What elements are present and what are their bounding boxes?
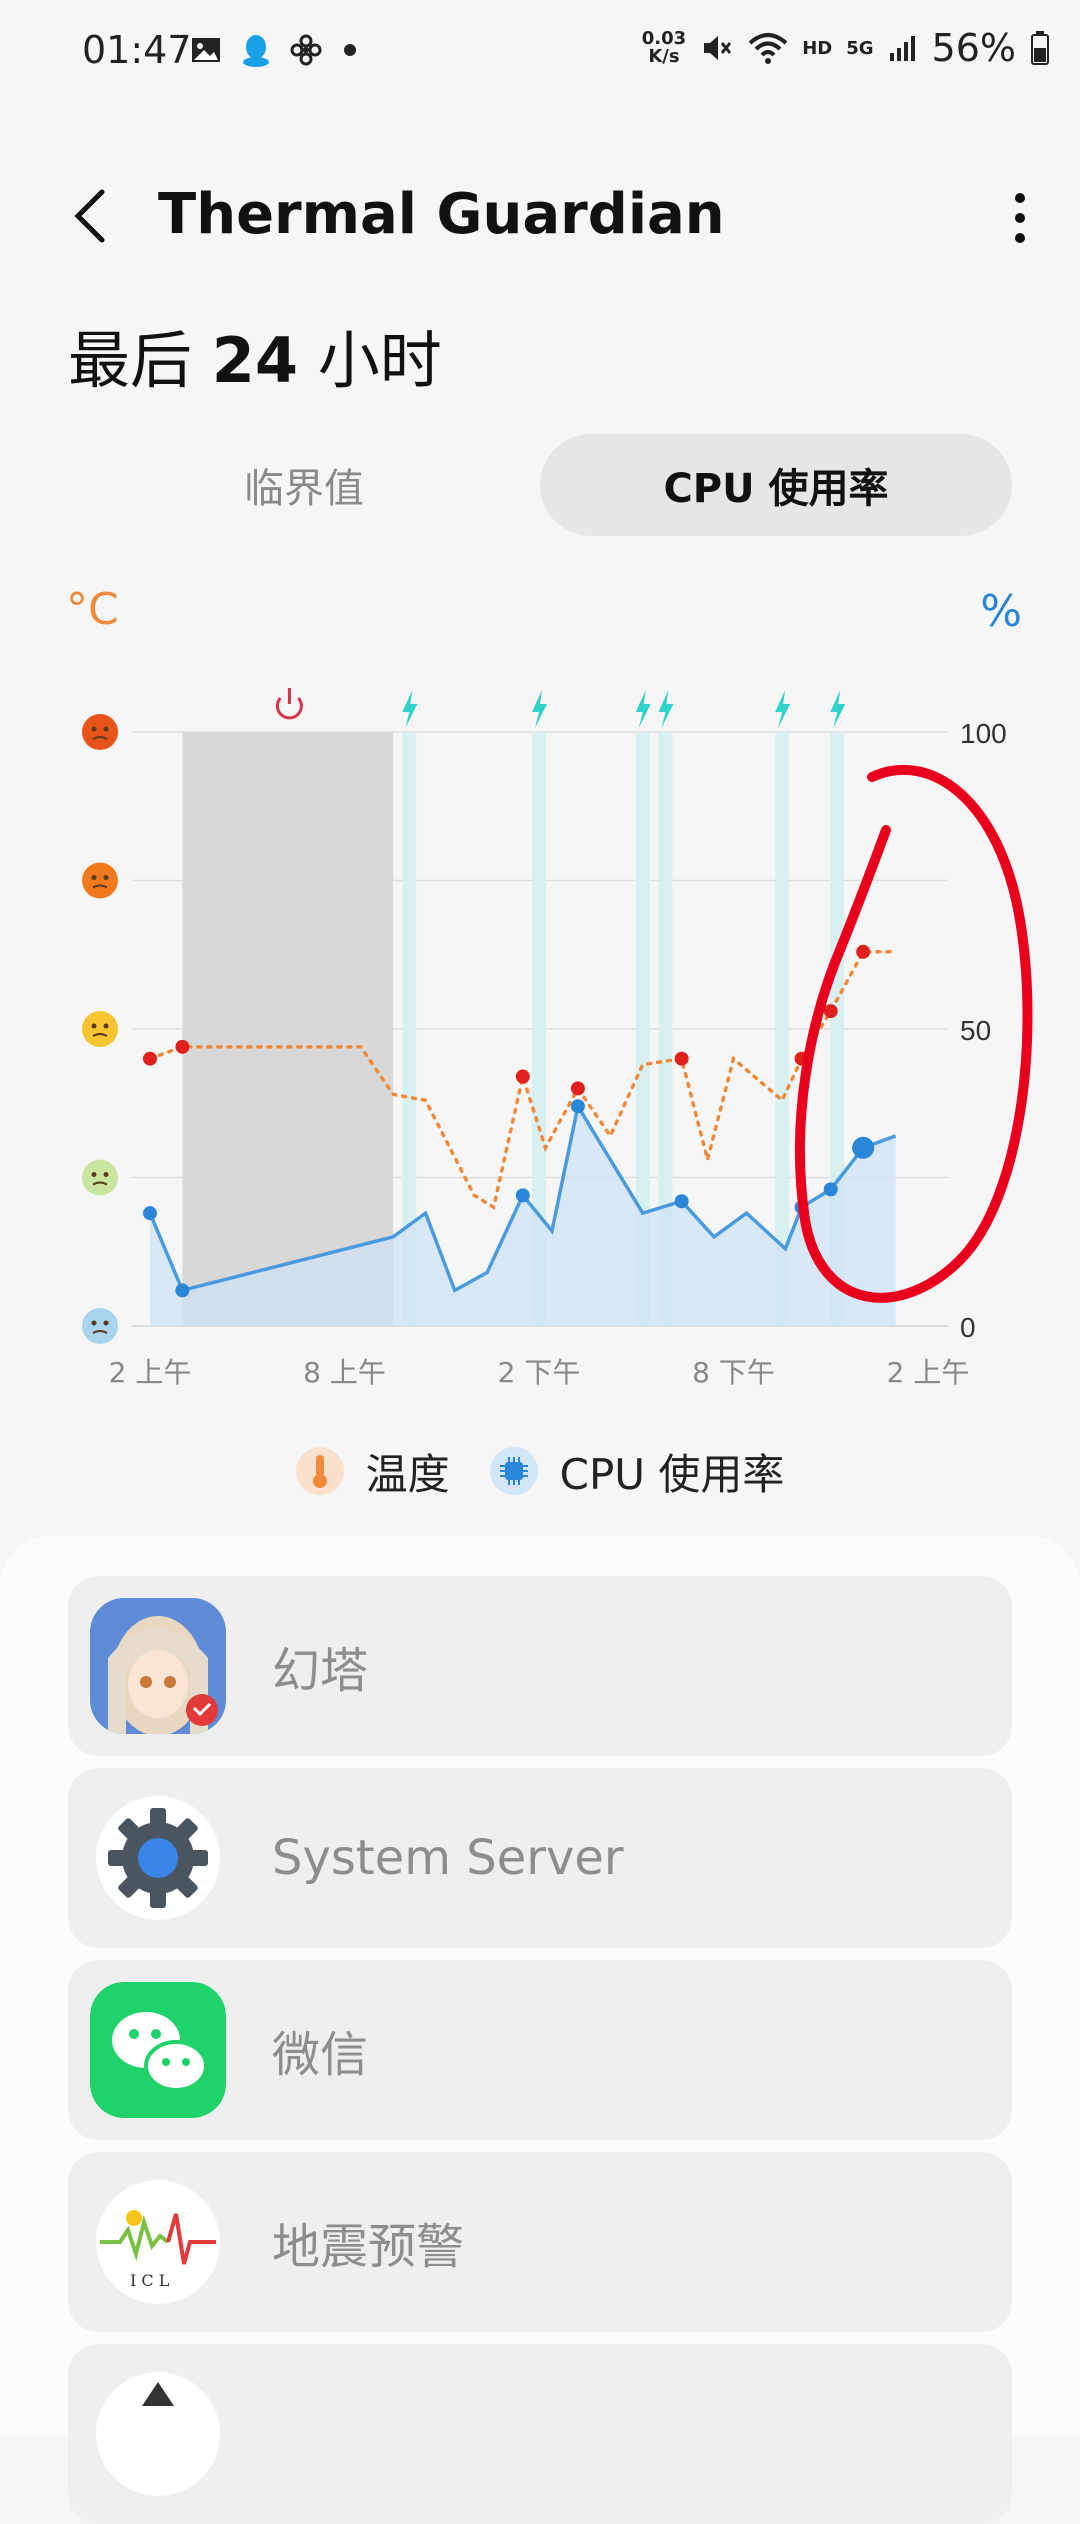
charging-bolt-icon — [402, 690, 418, 728]
x-tick-label: 2 上午 — [887, 1356, 970, 1389]
status-time: 01:47 — [82, 28, 192, 72]
relaxed-face-icon-eye — [103, 1172, 109, 1177]
charging-bolt-icon — [830, 690, 846, 728]
app-name: 幻塔 — [272, 1643, 369, 1699]
mute-icon — [704, 36, 732, 60]
neutral-face-icon — [82, 1011, 118, 1047]
temperature-point — [175, 1039, 190, 1054]
x-tick-label: 8 上午 — [303, 1356, 386, 1389]
time-range-title: 最后 24 小时 — [68, 324, 442, 397]
list-item-earthquake-warning[interactable]: I C L 地震预警 — [68, 2152, 1012, 2332]
temperature-point — [823, 1004, 838, 1019]
more-options-icon[interactable] — [1010, 190, 1030, 246]
cpu-usage-point — [175, 1283, 190, 1298]
fan-icon — [290, 34, 322, 66]
list-item-huanta[interactable]: 幻塔 — [68, 1576, 1012, 1756]
neutral-face-icon-eye — [103, 1023, 109, 1029]
cpu-usage-current-point — [852, 1136, 875, 1159]
wifi-icon — [748, 33, 788, 64]
tab-threshold[interactable]: 临界值 — [68, 434, 540, 536]
percent-unit-label: % — [980, 586, 1022, 637]
notification-icons — [190, 30, 360, 70]
cpu-usage-point — [823, 1182, 838, 1197]
network-type: 5G — [846, 37, 874, 59]
more-notifications-dot-icon — [344, 44, 356, 56]
hot-face-icon-eye — [91, 726, 97, 732]
x-tick-label: 2 下午 — [498, 1356, 581, 1389]
x-tick-label: 2 上午 — [109, 1356, 192, 1389]
list-item-system-server[interactable]: System Server — [68, 1768, 1012, 1948]
system-status-icons: 0.03 K/s HD 5G 56% — [642, 26, 1050, 70]
charging-bolt-icon — [532, 690, 547, 728]
app-usage-list: 幻塔 System Server 微信 I C L 地震预警 — [0, 1536, 1080, 2524]
temperature-point — [570, 1081, 585, 1096]
wechat-icon — [90, 1982, 226, 2118]
chart-legend: 温度 CPU 使用率 — [0, 1436, 1080, 1506]
temperature-unit-label: °C — [66, 584, 119, 635]
app-name: System Server — [272, 1830, 624, 1886]
list-item-partial[interactable] — [68, 2344, 1012, 2524]
back-button[interactable] — [68, 186, 112, 246]
uneasy-face-icon — [82, 862, 118, 899]
earthquake-warning-icon: I C L — [90, 2174, 226, 2310]
x-tick-label: 8 下午 — [692, 1356, 775, 1389]
sleep-period-band — [182, 732, 394, 1326]
neutral-face-icon-eye — [91, 1023, 97, 1029]
chart-mode-tabs: 临界值 CPU 使用率 — [68, 434, 1012, 536]
app-icon-partial — [90, 2366, 226, 2502]
temperature-point — [674, 1051, 689, 1066]
relaxed-face-icon — [82, 1159, 118, 1196]
cool-face-icon-eye — [103, 1320, 109, 1326]
network-speed: 0.03 K/s — [641, 28, 687, 67]
battery-level: 56% — [931, 26, 1016, 70]
charging-bolt-icon — [775, 690, 791, 728]
status-bar: 01:47 0.03 K/s HD 5G 56% — [0, 0, 1080, 100]
cpu-usage-point — [515, 1188, 530, 1203]
legend-temperature: 温度 — [295, 1441, 450, 1502]
y-tick-label: 0 — [960, 1312, 976, 1343]
page-title: Thermal Guardian — [158, 182, 725, 247]
temperature-point — [856, 944, 871, 959]
tab-cpu-usage[interactable]: CPU 使用率 — [540, 434, 1012, 536]
temperature-point — [515, 1069, 530, 1084]
legend-cpu-usage: CPU 使用率 — [489, 1441, 784, 1502]
thermometer-icon — [295, 1447, 344, 1495]
usage-chart: 100 50 0 2 上午 8 上午 2 下午 8 下午 2 上午 — [82, 688, 1033, 1389]
uneasy-face-icon-eye — [103, 875, 109, 880]
y-tick-label: 100 — [960, 718, 1007, 749]
app-name: 地震预警 — [272, 2219, 465, 2275]
cpu-chip-icon — [489, 1447, 538, 1495]
hot-face-icon-eye — [103, 726, 109, 732]
y-tick-label: 50 — [960, 1015, 991, 1046]
hot-face-icon — [82, 714, 118, 750]
charging-bolt-icon — [658, 690, 674, 728]
charging-band — [775, 732, 790, 1326]
cool-face-icon — [82, 1308, 118, 1344]
battery-icon — [1031, 31, 1049, 65]
cpu-usage-point — [143, 1206, 157, 1221]
svg-text:I C L: I C L — [130, 2271, 170, 2290]
cool-face-icon-eye — [91, 1320, 97, 1326]
cpu-usage-point — [570, 1099, 585, 1114]
cpu-usage-point — [674, 1194, 689, 1209]
signal-icon — [889, 36, 915, 61]
relaxed-face-icon-eye — [91, 1172, 97, 1177]
app-name: 微信 — [272, 2027, 369, 2083]
tower-of-fantasy-icon — [90, 1598, 226, 1734]
temperature-point — [143, 1051, 157, 1066]
qq-icon — [243, 35, 269, 67]
list-item-wechat[interactable]: 微信 — [68, 1960, 1012, 2140]
charging-bolt-icon — [635, 690, 651, 728]
settings-gear-icon — [90, 1790, 226, 1926]
hd-label: HD — [802, 37, 833, 59]
uneasy-face-icon-eye — [91, 875, 97, 880]
gallery-icon — [192, 38, 220, 62]
